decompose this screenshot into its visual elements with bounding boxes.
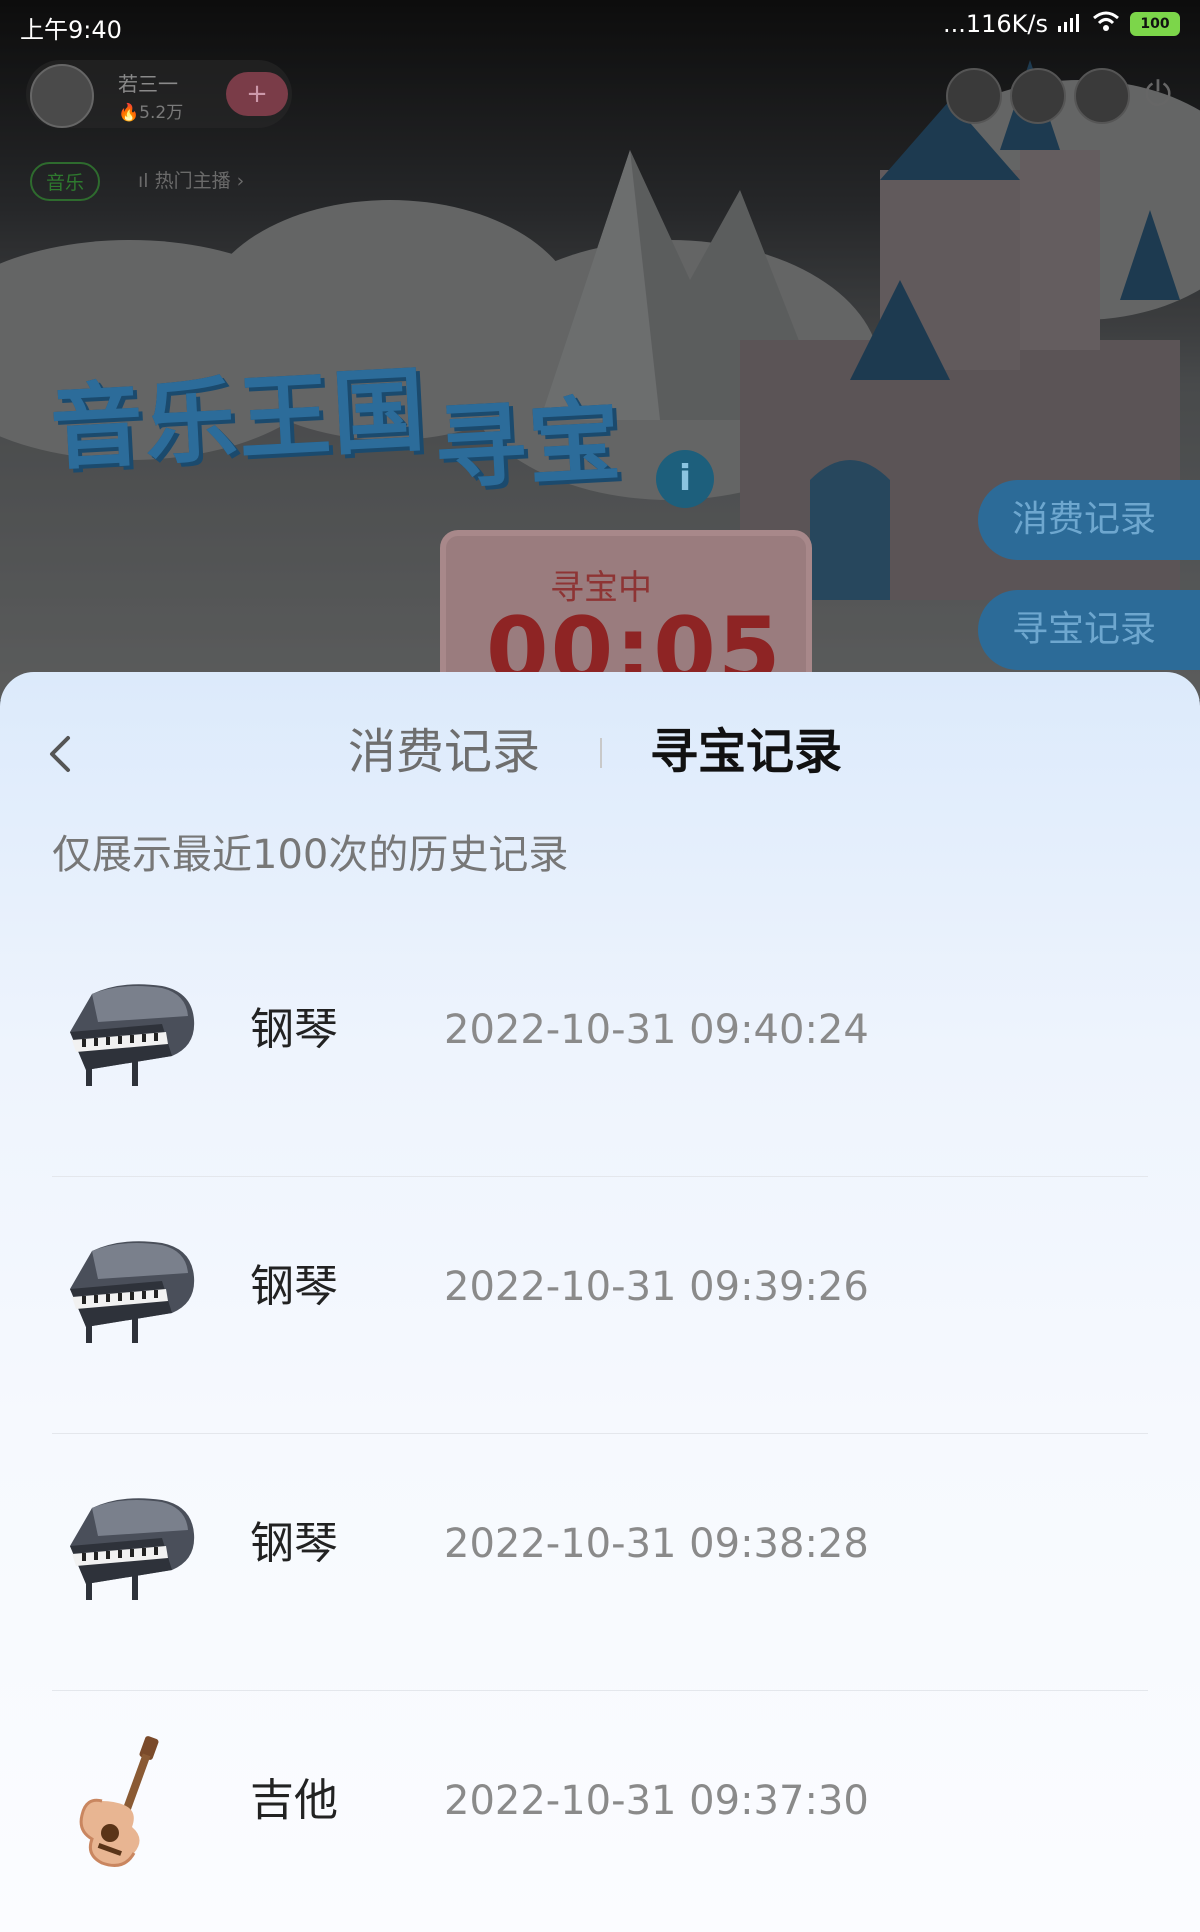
record-item-name: 钢琴	[250, 1261, 338, 1312]
list-item: 钢琴 2022-10-31 09:39:26	[52, 1177, 1148, 1434]
piano-icon	[70, 1498, 195, 1600]
record-item-name: 钢琴	[250, 1004, 338, 1055]
record-item-name: 钢琴	[250, 1518, 338, 1569]
viewer-avatar[interactable]	[946, 68, 1002, 124]
tab-consumption-record[interactable]: 消费记录	[348, 712, 540, 792]
status-time: 上午9:40	[20, 16, 122, 44]
follow-button[interactable]: +	[226, 72, 288, 116]
game-title: 音乐王国寻宝	[47, 325, 625, 502]
treasure-record-button[interactable]: 寻宝记录	[978, 590, 1200, 670]
host-info[interactable]: 若三一 🔥5.2万 +	[26, 60, 292, 128]
record-tabs: 消费记录 寻宝记录	[0, 712, 1200, 792]
game-scene: 上午9:40 ...116K/s 100 若三一 🔥5.2万 + 音乐 ıl 热…	[0, 0, 1200, 700]
record-time: 2022-10-31 09:38:28	[444, 1521, 869, 1567]
battery-icon: 100	[1130, 12, 1180, 36]
game-title-main: 音乐王国	[48, 356, 430, 483]
info-icon[interactable]: i	[656, 450, 714, 508]
viewer-avatar[interactable]	[1010, 68, 1066, 124]
signal-icon	[1058, 10, 1082, 38]
host-heat-value: 5.2万	[139, 103, 184, 123]
viewer-avatars[interactable]	[946, 68, 1130, 124]
hot-host-label: 热门主播	[154, 170, 231, 192]
list-item: 钢琴 2022-10-31 09:38:28	[52, 1434, 1148, 1691]
category-tag[interactable]: 音乐	[30, 162, 101, 201]
history-note: 仅展示最近100次的历史记录	[52, 832, 569, 878]
power-icon[interactable]: ⏻	[1138, 74, 1178, 114]
game-title-sub: 寻宝	[431, 386, 625, 503]
record-time: 2022-10-31 09:37:30	[444, 1778, 869, 1824]
record-list: 钢琴 2022-10-31 09:40:24 钢琴 2022-10-31 09:…	[52, 920, 1148, 1932]
list-item: 吉他 2022-10-31 09:37:30	[52, 1691, 1148, 1932]
viewer-avatar[interactable]	[1074, 68, 1130, 124]
consumption-record-button[interactable]: 消费记录	[978, 480, 1200, 560]
guitar-icon	[79, 1736, 159, 1867]
list-item: 钢琴 2022-10-31 09:40:24	[52, 920, 1148, 1177]
tab-divider	[600, 738, 602, 768]
piano-icon	[70, 1241, 195, 1343]
record-item-name: 吉他	[250, 1775, 338, 1826]
host-name: 若三一	[118, 72, 178, 96]
wifi-icon	[1092, 10, 1120, 38]
status-icons: ...116K/s 100	[943, 10, 1180, 38]
record-time: 2022-10-31 09:39:26	[444, 1264, 869, 1310]
record-sheet: 消费记录 寻宝记录 仅展示最近100次的历史记录 钢琴 2022-10-31 0…	[0, 672, 1200, 1932]
record-time: 2022-10-31 09:40:24	[444, 1007, 869, 1053]
hot-host-link[interactable]: ıl 热门主播 ›	[138, 166, 244, 193]
host-avatar[interactable]	[30, 64, 94, 128]
tab-treasure-record[interactable]: 寻宝记录	[650, 712, 842, 792]
network-speed: ...116K/s	[942, 10, 1048, 38]
status-bar: 上午9:40 ...116K/s 100	[0, 0, 1200, 52]
piano-icon	[70, 984, 195, 1086]
host-heat: 🔥5.2万	[118, 103, 184, 123]
